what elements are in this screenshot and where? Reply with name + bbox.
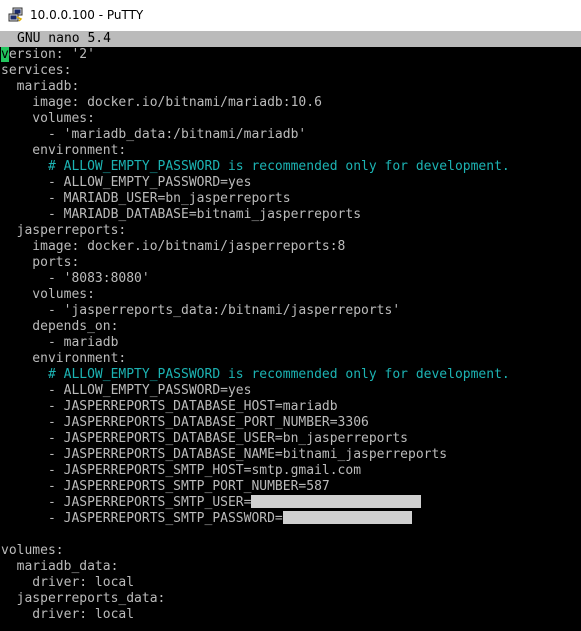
editor-line: services: (1, 63, 72, 78)
text-cursor: v (1, 47, 9, 62)
editor-line: depends_on: (1, 319, 119, 334)
redacted-smtp-user (251, 495, 422, 508)
editor-line: driver: local (1, 607, 135, 622)
editor-line: - JASPERREPORTS_DATABASE_NAME=bitnami_ja… (1, 447, 448, 462)
editor-line: - JASPERREPORTS_SMTP_HOST=smtp.gmail.com (1, 463, 362, 478)
editor-line: - MARIADB_DATABASE=bitnami_jasperreports (1, 207, 362, 222)
editor-line: - JASPERREPORTS_SMTP_PORT_NUMBER=587 (1, 479, 330, 494)
editor-line: environment: (1, 143, 127, 158)
terminal-area[interactable]: GNU nano 5.4 version: '2' services: mari… (0, 31, 581, 631)
editor-line: - JASPERREPORTS_DATABASE_PORT_NUMBER=330… (1, 415, 369, 430)
putty-icon (8, 7, 23, 22)
editor-line: version: '2' (1, 47, 510, 63)
line-text: ersion: '2' (8, 47, 95, 62)
editor-line: volumes: (1, 287, 95, 302)
editor-line: - JASPERREPORTS_DATABASE_HOST=mariadb (1, 399, 338, 414)
comment-line: # ALLOW_EMPTY_PASSWORD is recommended on… (1, 159, 510, 174)
window-title: 10.0.0.100 - PuTTY (30, 8, 144, 22)
editor-line: - JASPERREPORTS_SMTP_USER= (1, 495, 510, 511)
line-text: - JASPERREPORTS_SMTP_USER= (1, 495, 252, 510)
editor-line: mariadb: (1, 79, 80, 94)
editor-line: image: docker.io/bitnami/jasperreports:8 (1, 239, 346, 254)
editor-line: jasperreports: (1, 223, 127, 238)
nano-header-bar: GNU nano 5.4 (0, 31, 581, 47)
editor-line: jasperreports_data: (1, 591, 166, 606)
redacted-smtp-password (282, 511, 412, 524)
editor-line: - 'jasperreports_data:/bitnami/jasperrep… (1, 303, 401, 318)
line-text: - JASPERREPORTS_SMTP_PASSWORD= (1, 511, 283, 526)
editor-line: - ALLOW_EMPTY_PASSWORD=yes (1, 383, 252, 398)
editor-line: mariadb_data: (1, 559, 119, 574)
editor-line: ports: (1, 255, 80, 270)
editor-line: - ALLOW_EMPTY_PASSWORD=yes (1, 175, 252, 190)
editor-line: - 'mariadb_data:/bitnami/mariadb' (1, 127, 307, 142)
title-bar: 10.0.0.100 - PuTTY (0, 0, 581, 31)
editor-line: driver: local (1, 575, 135, 590)
editor-line: image: docker.io/bitnami/mariadb:10.6 (1, 95, 322, 110)
editor-buffer[interactable]: version: '2' services: mariadb: image: d… (1, 47, 510, 623)
editor-line: - '8083:8080' (1, 271, 150, 286)
editor-line: environment: (1, 351, 127, 366)
nano-version-label: GNU nano 5.4 (17, 31, 111, 46)
editor-line: - MARIADB_USER=bn_jasperreports (1, 191, 291, 206)
editor-line: volumes: (1, 543, 64, 558)
editor-line: - mariadb (1, 335, 119, 350)
comment-line: # ALLOW_EMPTY_PASSWORD is recommended on… (1, 367, 510, 382)
editor-line: volumes: (1, 111, 95, 126)
editor-line: - JASPERREPORTS_DATABASE_USER=bn_jasperr… (1, 431, 408, 446)
editor-line: - JASPERREPORTS_SMTP_PASSWORD= (1, 511, 510, 527)
